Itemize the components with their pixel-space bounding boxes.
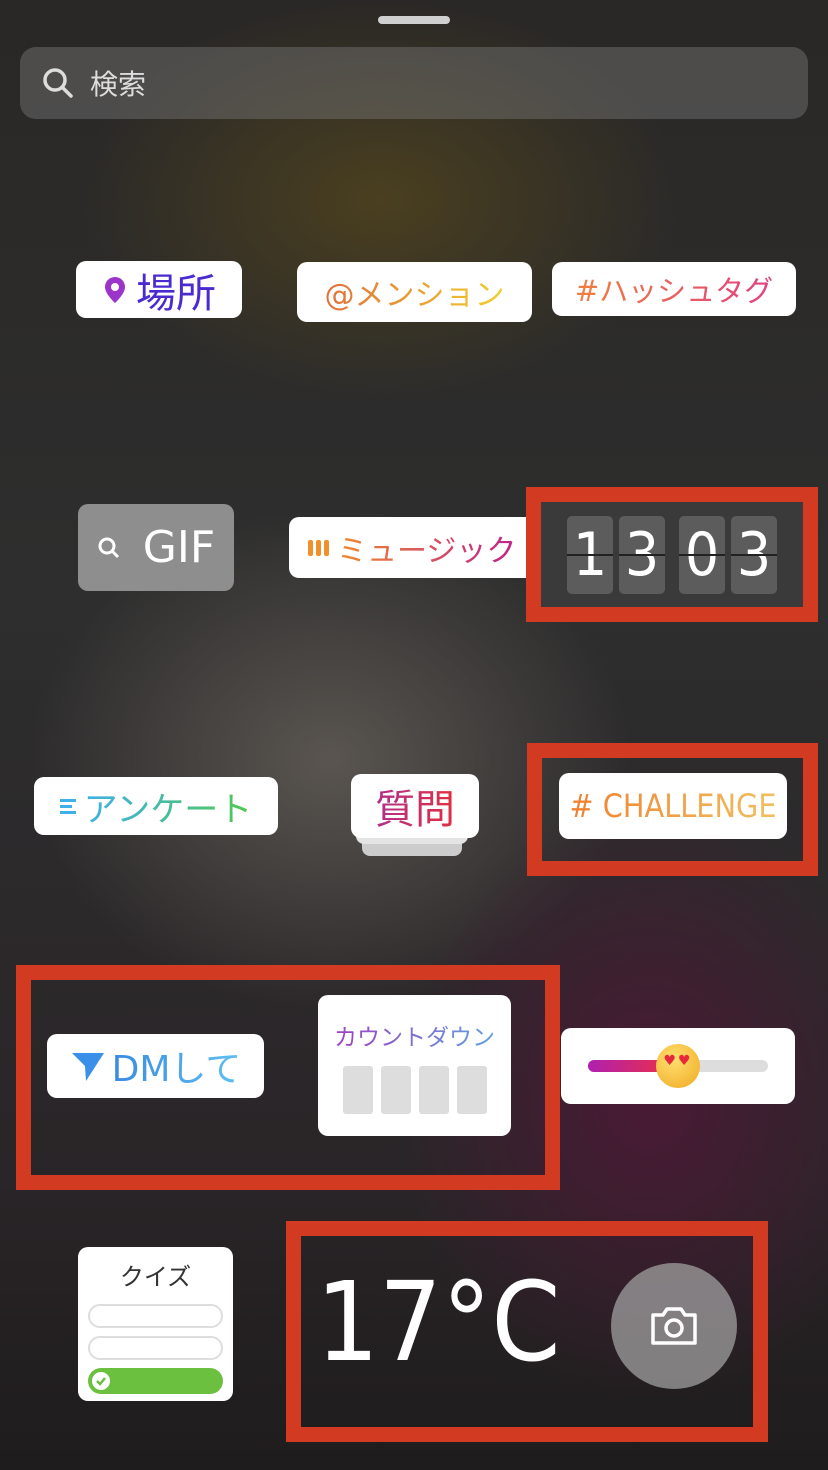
question-label: 質問 bbox=[375, 777, 455, 835]
quiz-label: クイズ bbox=[119, 1263, 192, 1291]
quiz-sticker[interactable]: クイズ bbox=[78, 1247, 233, 1401]
list-icon bbox=[59, 799, 76, 814]
poll-sticker[interactable]: アンケート bbox=[34, 777, 278, 835]
countdown-boxes bbox=[342, 1065, 487, 1114]
gif-sticker[interactable]: GIF bbox=[78, 504, 234, 591]
countdown-box bbox=[456, 1065, 487, 1114]
clock-digit: 0 bbox=[679, 515, 725, 594]
clock-digit: 3 bbox=[619, 515, 665, 594]
hashtag-label: #ハッシュタグ bbox=[575, 268, 773, 310]
quiz-option bbox=[88, 1336, 223, 1360]
location-label: 場所 bbox=[136, 270, 216, 317]
drag-handle[interactable] bbox=[378, 16, 450, 24]
search-placeholder: 検索 bbox=[90, 68, 147, 101]
dm-sticker[interactable]: DMして bbox=[47, 1034, 264, 1098]
dm-label: DMして bbox=[112, 1040, 242, 1092]
weather-sticker[interactable]: 17°C bbox=[316, 1258, 561, 1386]
challenge-sticker[interactable]: # CHALLENGE bbox=[559, 773, 787, 839]
poll-label: アンケート bbox=[84, 782, 253, 831]
search-icon bbox=[98, 537, 119, 558]
countdown-label: カウントダウン bbox=[334, 1018, 495, 1052]
slider-emoji-thumb[interactable]: ♥♥ bbox=[656, 1044, 700, 1088]
clock-sticker[interactable]: 1 3 0 3 bbox=[541, 502, 803, 607]
music-bars-icon bbox=[308, 539, 329, 556]
countdown-box bbox=[380, 1065, 411, 1114]
location-sticker[interactable]: 場所 bbox=[76, 261, 242, 318]
quiz-option-correct bbox=[88, 1368, 223, 1394]
mention-sticker[interactable]: @メンション bbox=[297, 262, 532, 322]
gif-label: GIF bbox=[142, 522, 216, 573]
music-sticker[interactable]: ミュージック bbox=[289, 517, 543, 578]
camera-icon bbox=[651, 1307, 697, 1345]
hashtag-sticker[interactable]: #ハッシュタグ bbox=[552, 262, 796, 316]
search-input[interactable]: 検索 bbox=[20, 47, 808, 119]
search-icon bbox=[43, 68, 73, 98]
mention-label: @メンション bbox=[325, 270, 505, 314]
check-icon bbox=[92, 1372, 110, 1390]
music-label: ミュージック bbox=[337, 526, 516, 570]
paper-plane-icon bbox=[71, 1053, 104, 1081]
challenge-label: # CHALLENGE bbox=[569, 787, 777, 825]
countdown-sticker[interactable]: カウントダウン bbox=[318, 995, 511, 1136]
countdown-box bbox=[418, 1065, 449, 1114]
countdown-box bbox=[342, 1065, 373, 1114]
location-pin-icon bbox=[105, 276, 125, 303]
slider-track[interactable]: ♥♥ bbox=[588, 1044, 768, 1088]
emoji-slider-sticker[interactable]: ♥♥ bbox=[561, 1028, 795, 1104]
clock-digit: 1 bbox=[567, 515, 613, 594]
clock-digit: 3 bbox=[731, 515, 777, 594]
camera-button[interactable] bbox=[611, 1263, 737, 1389]
question-sticker[interactable]: 質問 bbox=[351, 774, 479, 838]
quiz-option bbox=[88, 1304, 223, 1328]
